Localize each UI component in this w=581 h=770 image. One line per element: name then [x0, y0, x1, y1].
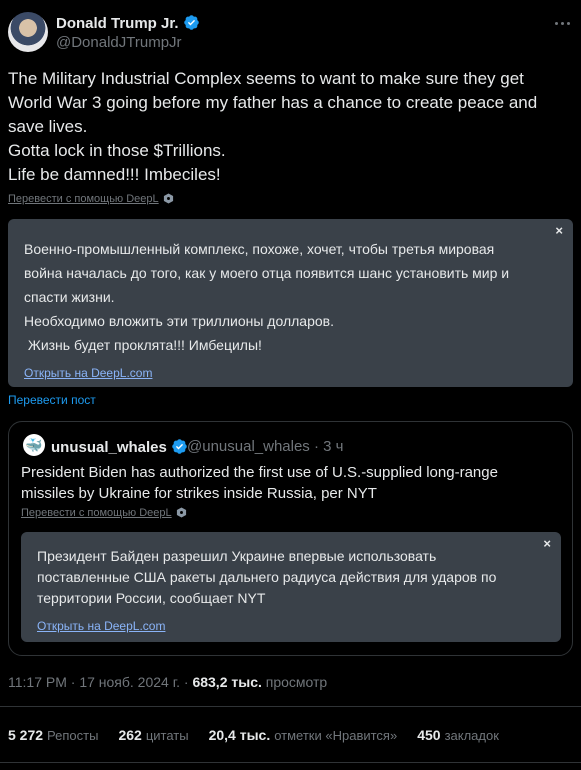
open-deepl-link[interactable]: Открыть на DeepL.com	[24, 366, 152, 380]
views-count: 683,2 тыс.	[192, 674, 262, 690]
verified-badge-icon	[172, 439, 187, 454]
quote-author-name[interactable]: unusual_whales	[51, 438, 188, 456]
quote-author-name-text[interactable]: unusual_whales	[51, 439, 167, 456]
author-handle[interactable]: @DonaldJTrumpJr	[56, 34, 182, 51]
views-label: просмотр	[261, 674, 328, 690]
stat-likes[interactable]: 20,4 тыс. отметки «Нравится»	[209, 727, 398, 743]
quoted-tweet[interactable]: 🐳 unusual_whales @unusual_whales · 3 ч P…	[8, 421, 573, 656]
stat-likes-count: 20,4 тыс.	[208, 727, 271, 743]
stat-reposts[interactable]: 5 272 Репосты	[8, 727, 98, 743]
deepl-icon	[176, 507, 186, 518]
verified-badge-icon	[183, 15, 199, 30]
author-name-text[interactable]: Donald Trump Jr.	[56, 15, 179, 32]
stat-bookmarks-count: 450	[417, 727, 441, 743]
stat-likes-label: отметки «Нравится»	[274, 728, 398, 743]
quote-text: President Biden has authorized the first…	[21, 464, 498, 502]
author-avatar[interactable]	[8, 12, 48, 52]
deepl-translate-link[interactable]: Перевести с помощью DeepL	[8, 193, 174, 205]
quote-open-deepl-link[interactable]: Открыть на DeepL.com	[37, 619, 165, 633]
stat-reposts-label: Репосты	[47, 728, 99, 743]
more-options-icon[interactable]	[551, 14, 573, 32]
deepl-translate-label[interactable]: Перевести с помощью DeepL	[8, 193, 159, 205]
stat-quotes-label: цитаты	[145, 728, 189, 743]
tweet-meta: 11:17 PM · 17 нояб. 2024 г. · 683,2 тыс.…	[8, 674, 327, 690]
whale-icon[interactable]: 🐳	[23, 434, 45, 456]
quote-translation-box: Президент Байден разрешил Украине впервы…	[21, 532, 561, 642]
stat-quotes[interactable]: 262 цитаты	[118, 727, 188, 743]
close-translation-icon[interactable]: ×	[555, 223, 563, 238]
divider	[0, 762, 581, 763]
tweet-time-date[interactable]: 11:17 PM · 17 нояб. 2024 г. ·	[8, 674, 192, 690]
translate-post-link[interactable]: Перевести пост	[8, 393, 96, 407]
author-name[interactable]: Donald Trump Jr.	[56, 14, 200, 32]
quote-translation-text: Президент Байден разрешил Украине впервы…	[37, 548, 497, 606]
engagement-stats: 5 272 Репосты 262 цитаты 20,4 тыс. отметки …	[8, 727, 499, 743]
quote-deepl-translate-link[interactable]: Перевести с помощью DeepL	[21, 507, 187, 519]
deepl-icon	[163, 193, 173, 204]
tweet-text: The Military Industrial Complex seems to…	[8, 69, 538, 184]
quote-deepl-translate-label[interactable]: Перевести с помощью DeepL	[21, 507, 172, 519]
close-quote-translation-icon[interactable]: ×	[543, 536, 551, 551]
tweet-header: Donald Trump Jr. @DonaldJTrumpJr	[8, 10, 573, 56]
stat-quotes-count: 262	[118, 727, 142, 743]
stat-bookmarks[interactable]: 450 закладок	[417, 727, 499, 743]
quote-handle-time[interactable]: @unusual_whales · 3 ч	[187, 438, 343, 455]
stat-reposts-count: 5 272	[8, 727, 44, 743]
divider	[0, 706, 581, 707]
stat-bookmarks-label: закладок	[444, 728, 499, 743]
translation-text: Военно-промышленный комплекс, похоже, хо…	[24, 241, 510, 353]
translation-box: Военно-промышленный комплекс, похоже, хо…	[8, 219, 573, 387]
